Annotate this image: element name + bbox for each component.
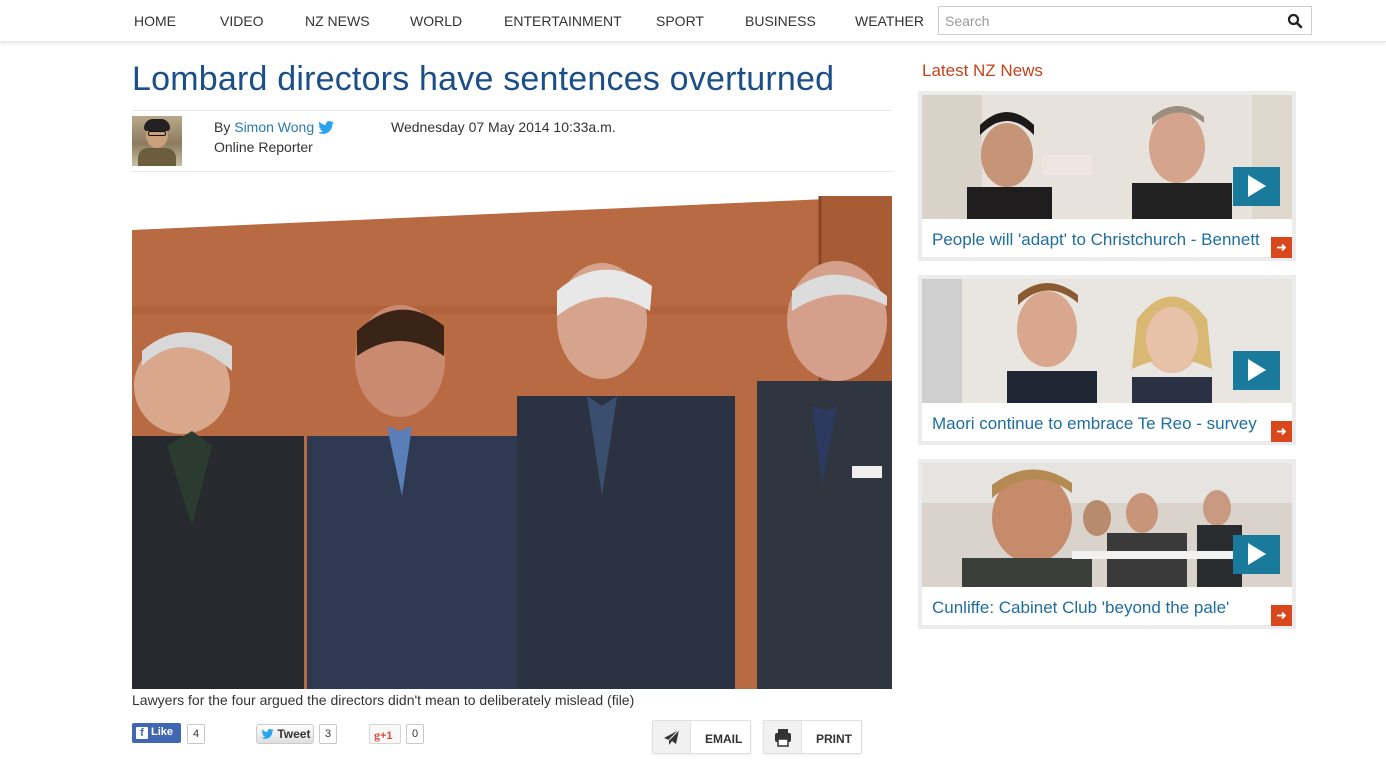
author-avatar[interactable] — [132, 116, 182, 166]
nav-world[interactable]: WORLD — [410, 13, 462, 29]
arrow-right-icon[interactable] — [1271, 237, 1292, 258]
tweet-count: 3 — [319, 724, 338, 744]
divider — [132, 110, 892, 111]
play-icon — [1248, 543, 1266, 565]
gplus-count: 0 — [406, 724, 425, 744]
like-count: 4 — [187, 724, 206, 744]
email-label: EMAIL — [705, 732, 743, 746]
email-icon — [653, 721, 691, 753]
sidebar-heading: Latest NZ News — [922, 61, 1043, 80]
play-icon — [1248, 175, 1266, 197]
nav-home[interactable]: HOME — [134, 13, 176, 29]
play-button[interactable] — [1233, 167, 1280, 206]
article-photo — [132, 196, 892, 689]
print-icon — [764, 721, 802, 753]
news-card[interactable]: Maori continue to embrace Te Reo - surve… — [918, 275, 1296, 445]
nav-nz-news[interactable]: NZ NEWS — [305, 13, 370, 29]
arrow-right-icon[interactable] — [1271, 421, 1292, 442]
search-icon[interactable] — [1287, 13, 1303, 29]
photo-caption: Lawyers for the four argued the director… — [132, 692, 635, 708]
arrow-right-icon[interactable] — [1271, 605, 1292, 626]
news-card[interactable]: People will 'adapt' to Christchurch - Be… — [918, 91, 1296, 261]
nav-business[interactable]: BUSINESS — [745, 13, 816, 29]
search-input[interactable] — [939, 7, 1269, 34]
news-card-title[interactable]: People will 'adapt' to Christchurch - Be… — [932, 230, 1260, 250]
print-button[interactable]: PRINT — [763, 720, 862, 754]
news-card[interactable]: Cunliffe: Cabinet Club 'beyond the pale' — [918, 459, 1296, 629]
article-headline: Lombard directors have sentences overtur… — [132, 60, 835, 98]
nav-weather[interactable]: WEATHER — [855, 13, 924, 29]
publish-date: Wednesday 07 May 2014 10:33a.m. — [391, 119, 616, 135]
news-card-title[interactable]: Cunliffe: Cabinet Club 'beyond the pale' — [932, 598, 1229, 618]
news-card-title[interactable]: Maori continue to embrace Te Reo - surve… — [932, 414, 1257, 434]
author-role: Online Reporter — [214, 139, 313, 155]
twitter-bird-icon — [261, 729, 274, 739]
divider — [132, 171, 892, 172]
author-link[interactable]: Simon Wong — [234, 119, 314, 135]
email-button[interactable]: EMAIL — [652, 720, 751, 754]
twitter-icon[interactable] — [318, 121, 335, 134]
byline: By Simon Wong — [214, 119, 335, 135]
top-nav: HOME VIDEO NZ NEWS WORLD ENTERTAINMENT S… — [0, 0, 1386, 42]
nav-video[interactable]: VIDEO — [220, 13, 264, 29]
play-button[interactable] — [1233, 351, 1280, 390]
tweet-button[interactable]: Tweet — [256, 724, 314, 744]
byline-prefix: By — [214, 119, 231, 135]
facebook-like-button[interactable]: f Like — [132, 723, 181, 743]
print-label: PRINT — [816, 732, 852, 746]
play-button[interactable] — [1233, 535, 1280, 574]
google-plus-button[interactable]: g+1 — [369, 724, 401, 744]
nav-sport[interactable]: SPORT — [656, 13, 704, 29]
facebook-icon: f — [136, 727, 148, 739]
nav-entertainment[interactable]: ENTERTAINMENT — [504, 13, 622, 29]
search-box — [938, 6, 1312, 35]
play-icon — [1248, 359, 1266, 381]
